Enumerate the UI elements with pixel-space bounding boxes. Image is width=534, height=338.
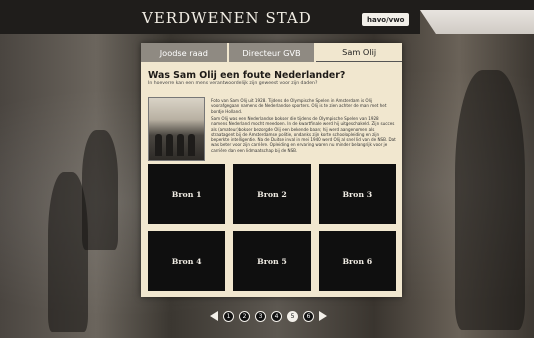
historic-photo	[148, 97, 205, 161]
tab-bar: Joodse raad Directeur GVB Sam Olij	[141, 43, 403, 62]
photo-person	[166, 134, 173, 156]
photo-person	[155, 134, 162, 156]
source-grid: Bron 1 Bron 2 Bron 3 Bron 4 Bron 5 Bron …	[148, 164, 396, 291]
page-dot-3[interactable]: 3	[255, 310, 266, 322]
question-subtitle: In hoeverre kan een mens verantwoordelij…	[148, 81, 318, 86]
question-title: Was Sam Olij een foute Nederlander?	[148, 70, 346, 81]
source-button-1[interactable]: Bron 1	[148, 164, 226, 224]
page-dot-4[interactable]: 4	[271, 310, 282, 322]
site-title: VERDWENEN STAD	[142, 9, 312, 27]
photo-person	[188, 134, 195, 156]
tab-joodse-raad[interactable]: Joodse raad	[141, 43, 227, 62]
pager: 1 2 3 4 5 6	[210, 309, 327, 323]
page-dot-1[interactable]: 1	[223, 310, 234, 322]
source-button-4[interactable]: Bron 4	[148, 231, 226, 291]
background-figure-left	[82, 130, 118, 250]
background-figure-man	[455, 70, 525, 330]
tab-sam-olij[interactable]: Sam Olij	[316, 43, 403, 62]
tab-directeur-gvb[interactable]: Directeur GVB	[228, 43, 315, 62]
paragraph-photo-caption: Foto van Sam Olij uit 1928. Tijdens de O…	[211, 98, 387, 114]
source-button-5[interactable]: Bron 5	[233, 231, 311, 291]
top-bar-extension	[420, 0, 534, 10]
page-dot-5[interactable]: 5	[287, 310, 298, 322]
level-button[interactable]: havo/vwo	[362, 13, 410, 26]
source-button-6[interactable]: Bron 6	[318, 231, 396, 291]
source-button-3[interactable]: Bron 3	[318, 164, 396, 224]
paragraph-biography: Sam Olij was een Nederlandse bokser die …	[211, 116, 396, 153]
page-dot-2[interactable]: 2	[239, 310, 250, 322]
next-arrow-icon[interactable]	[319, 311, 327, 321]
photo-person	[177, 134, 184, 156]
top-bar-corner	[420, 10, 534, 34]
content-panel: Joodse raad Directeur GVB Sam Olij Was S…	[141, 43, 403, 297]
previous-arrow-icon[interactable]	[210, 311, 218, 321]
source-button-2[interactable]: Bron 2	[233, 164, 311, 224]
page-dot-6[interactable]: 6	[303, 310, 314, 322]
